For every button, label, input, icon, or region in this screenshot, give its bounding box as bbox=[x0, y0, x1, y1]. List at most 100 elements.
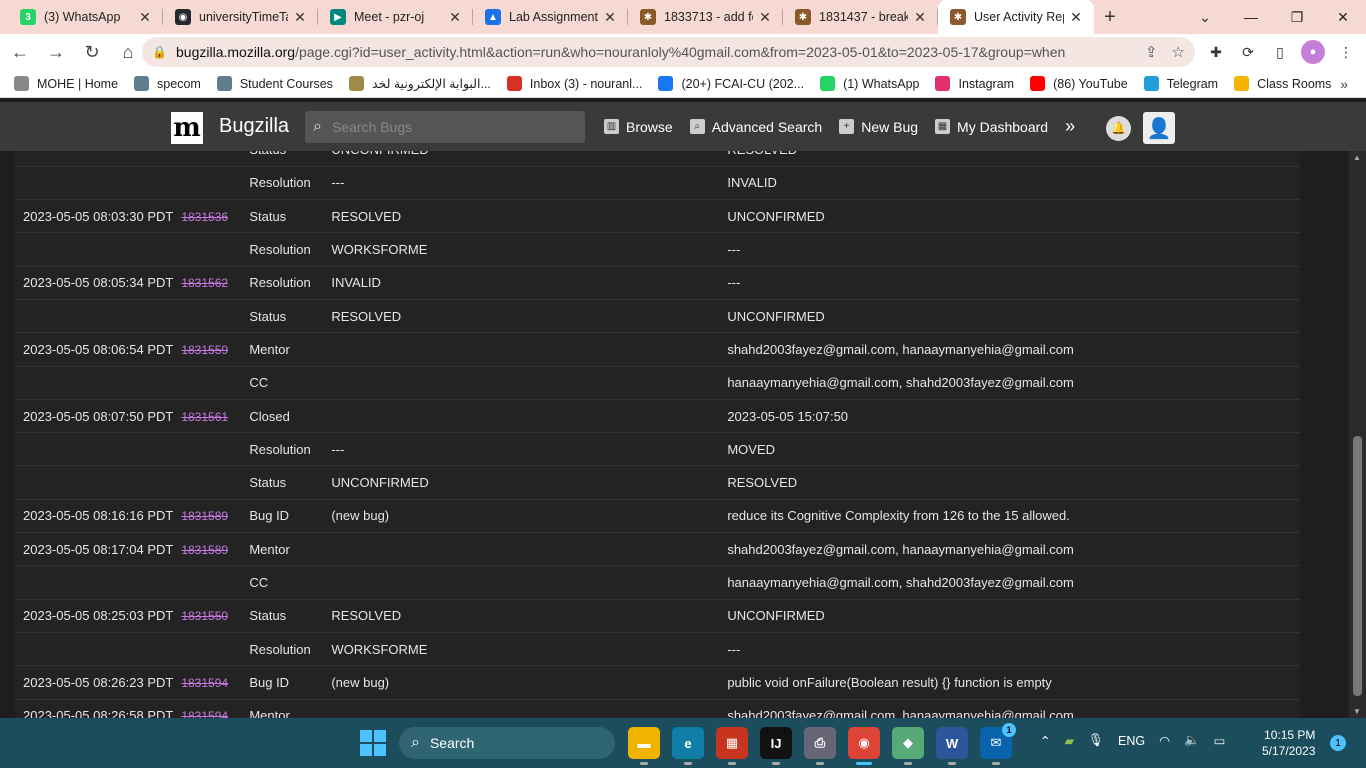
battery-icon[interactable]: ▭ bbox=[1214, 733, 1226, 748]
site-info-icon[interactable]: 🔒 bbox=[152, 45, 167, 59]
tab-4[interactable]: ✱ 1833713 - add fe ✕ bbox=[628, 0, 783, 34]
bookmark-item[interactable]: البوابة الإلكترونية لخد... bbox=[348, 76, 491, 91]
bookmark-star-icon[interactable]: ☆ bbox=[1172, 43, 1185, 61]
bugzilla-header: m Bugzilla ⌕ ▥ Browse ⌕ Advanced Search + N… bbox=[0, 102, 1366, 151]
maximize-button[interactable]: ❐ bbox=[1274, 0, 1320, 34]
forward-button[interactable]: → bbox=[40, 36, 72, 68]
scroll-up-icon[interactable]: ▲ bbox=[1353, 153, 1361, 162]
taskbar-app-intellij[interactable]: IJ bbox=[760, 727, 792, 765]
scroll-down-icon[interactable]: ▼ bbox=[1353, 707, 1361, 716]
tab-close-icon[interactable]: ✕ bbox=[912, 9, 928, 26]
bug-link[interactable]: 1831589 bbox=[181, 509, 228, 523]
back-button[interactable]: ← bbox=[4, 36, 36, 68]
bug-link[interactable]: 1831594 bbox=[181, 709, 228, 718]
tab-close-icon[interactable]: ✕ bbox=[137, 9, 153, 26]
bug-link[interactable]: 1831589 bbox=[181, 543, 228, 557]
more-bookmarks-icon[interactable]: » bbox=[1340, 76, 1348, 92]
taskbar-app-printer[interactable]: ⎙ bbox=[804, 727, 836, 765]
taskbar-app-git[interactable]: ◆ bbox=[892, 727, 924, 765]
intellij-icon: IJ bbox=[770, 735, 782, 751]
bookmark-item[interactable]: Telegram bbox=[1143, 76, 1218, 91]
bookmark-item[interactable]: (1) WhatsApp bbox=[820, 76, 919, 91]
user-avatar[interactable]: 👤 bbox=[1143, 112, 1175, 144]
notification-center-badge[interactable]: 1 bbox=[1330, 735, 1346, 751]
tab-close-icon[interactable]: ✕ bbox=[292, 9, 308, 26]
menu-icon[interactable]: ⋮ bbox=[1335, 41, 1357, 63]
microphone-icon[interactable]: 🎙 bbox=[1088, 733, 1104, 748]
bookmark-item[interactable]: Inbox (3) - nouranl... bbox=[506, 76, 642, 91]
tab-search-icon[interactable]: ⌄ bbox=[1182, 0, 1228, 34]
tab-2[interactable]: ▶ Meet - pzr-oj ✕ bbox=[318, 0, 473, 34]
share-icon[interactable]: ⇪ bbox=[1145, 43, 1158, 61]
tab-favicon-icon: 3 bbox=[20, 9, 36, 25]
nav-my-dashboard[interactable]: ▦ My Dashboard bbox=[935, 116, 1048, 137]
tab-0[interactable]: 3 (3) WhatsApp ✕ bbox=[8, 0, 163, 34]
table-row: CC hanaaymanyehia@gmail.com, shahd2003fay… bbox=[15, 565, 1300, 600]
window-controls: ⌄ — ❐ ✕ bbox=[1182, 0, 1366, 34]
bookmark-item[interactable]: Student Courses bbox=[216, 76, 333, 91]
tab-1[interactable]: ◉ universityTimeTab ✕ bbox=[163, 0, 318, 34]
tab-close-icon[interactable]: ✕ bbox=[447, 9, 463, 26]
notifications-bell-icon[interactable]: 🔔 bbox=[1106, 115, 1131, 141]
clock[interactable]: 10:15 PM 5/17/2023 bbox=[1262, 727, 1315, 759]
extensions-icon[interactable]: ✚ bbox=[1205, 41, 1227, 63]
mozilla-logo[interactable]: m bbox=[171, 112, 203, 144]
bug-link[interactable]: 1831594 bbox=[181, 676, 228, 690]
taskbar-search[interactable]: ⌕ Search bbox=[399, 727, 615, 759]
tab-6[interactable]: ✱ User Activity Rep ✕ bbox=[938, 0, 1094, 34]
bug-link[interactable]: 1831559 bbox=[181, 343, 228, 357]
bookmark-item[interactable]: (86) YouTube bbox=[1030, 76, 1128, 91]
taskbar-app-office[interactable]: ▦ bbox=[716, 727, 748, 765]
nav-more-button[interactable]: » bbox=[1065, 116, 1075, 137]
bookmark-item[interactable]: (20+) FCAI-CU (202... bbox=[658, 76, 804, 91]
page-scrollbar[interactable]: ▲ ▼ bbox=[1349, 151, 1366, 718]
bug-link[interactable]: 1831536 bbox=[181, 210, 228, 224]
taskbar-app-mail[interactable]: ✉ 1 bbox=[980, 723, 1016, 765]
nav-new-bug[interactable]: + New Bug bbox=[839, 116, 918, 137]
bookmark-item[interactable]: specom bbox=[134, 76, 201, 91]
tab-5[interactable]: ✱ 1831437 - break ✕ bbox=[783, 0, 938, 34]
cell-added: 2023-05-05 15:07:50 bbox=[727, 408, 849, 424]
nav-browse[interactable]: ▥ Browse bbox=[604, 116, 673, 137]
taskbar-app-chrome[interactable]: ◉ bbox=[848, 727, 880, 765]
cell-bug bbox=[181, 151, 241, 166]
bug-link[interactable]: 1831561 bbox=[181, 410, 228, 424]
bugzilla-title[interactable]: Bugzilla bbox=[219, 115, 289, 138]
taskbar-app-file-explorer[interactable]: ▬ bbox=[628, 727, 660, 765]
profile-avatar[interactable]: ● bbox=[1301, 40, 1325, 64]
cell-bug: 1831550 bbox=[181, 599, 241, 632]
url-field[interactable]: 🔒 bugzilla.mozilla.org/page.cgi?id=user_… bbox=[142, 37, 1195, 67]
tray-overflow-icon[interactable]: ⌃ bbox=[1040, 733, 1050, 748]
tab-close-icon[interactable]: ✕ bbox=[757, 9, 773, 26]
wifi-icon[interactable]: ◠ bbox=[1159, 733, 1170, 748]
performance-icon[interactable]: ⟳ bbox=[1237, 41, 1259, 63]
scrollbar-thumb[interactable] bbox=[1353, 436, 1362, 696]
taskbar-app-edge[interactable]: e bbox=[672, 727, 704, 765]
volume-icon[interactable]: 🔈 bbox=[1184, 733, 1200, 748]
bookmark-item[interactable]: MOHE | Home bbox=[14, 76, 118, 91]
bug-link[interactable]: 1831562 bbox=[181, 276, 228, 290]
new-tab-button[interactable]: + bbox=[1094, 0, 1126, 34]
minimize-button[interactable]: — bbox=[1228, 0, 1274, 34]
side-panel-icon[interactable]: ▯ bbox=[1269, 41, 1291, 63]
cell-added: --- bbox=[727, 641, 741, 657]
search-input[interactable] bbox=[331, 119, 562, 135]
bookmark-item[interactable]: Instagram bbox=[935, 76, 1014, 91]
bookmark-item[interactable]: Class Rooms bbox=[1234, 76, 1331, 91]
tray-app-icon[interactable]: ▰ bbox=[1064, 733, 1074, 748]
home-button[interactable]: ⌂ bbox=[112, 36, 144, 68]
language-indicator[interactable]: ENG bbox=[1118, 734, 1145, 748]
reload-button[interactable]: ↻ bbox=[76, 36, 108, 68]
tab-close-icon[interactable]: ✕ bbox=[602, 9, 618, 26]
cell-bug bbox=[181, 233, 241, 266]
bug-link[interactable]: 1831550 bbox=[181, 609, 228, 623]
start-button[interactable] bbox=[360, 730, 386, 756]
bookmark-label: البوابة الإلكترونية لخد... bbox=[371, 77, 491, 91]
tab-close-icon[interactable]: ✕ bbox=[1068, 9, 1084, 26]
nav-advanced-search[interactable]: ⌕ Advanced Search bbox=[689, 116, 822, 137]
tab-3[interactable]: ▲ Lab Assignment ✕ bbox=[473, 0, 628, 34]
taskbar-app-word[interactable]: W bbox=[936, 727, 968, 765]
close-window-button[interactable]: ✕ bbox=[1320, 0, 1366, 34]
cell-when: 2023-05-05 08:26:23 PDT bbox=[23, 674, 174, 690]
tab-favicon-icon: ✱ bbox=[795, 9, 811, 25]
